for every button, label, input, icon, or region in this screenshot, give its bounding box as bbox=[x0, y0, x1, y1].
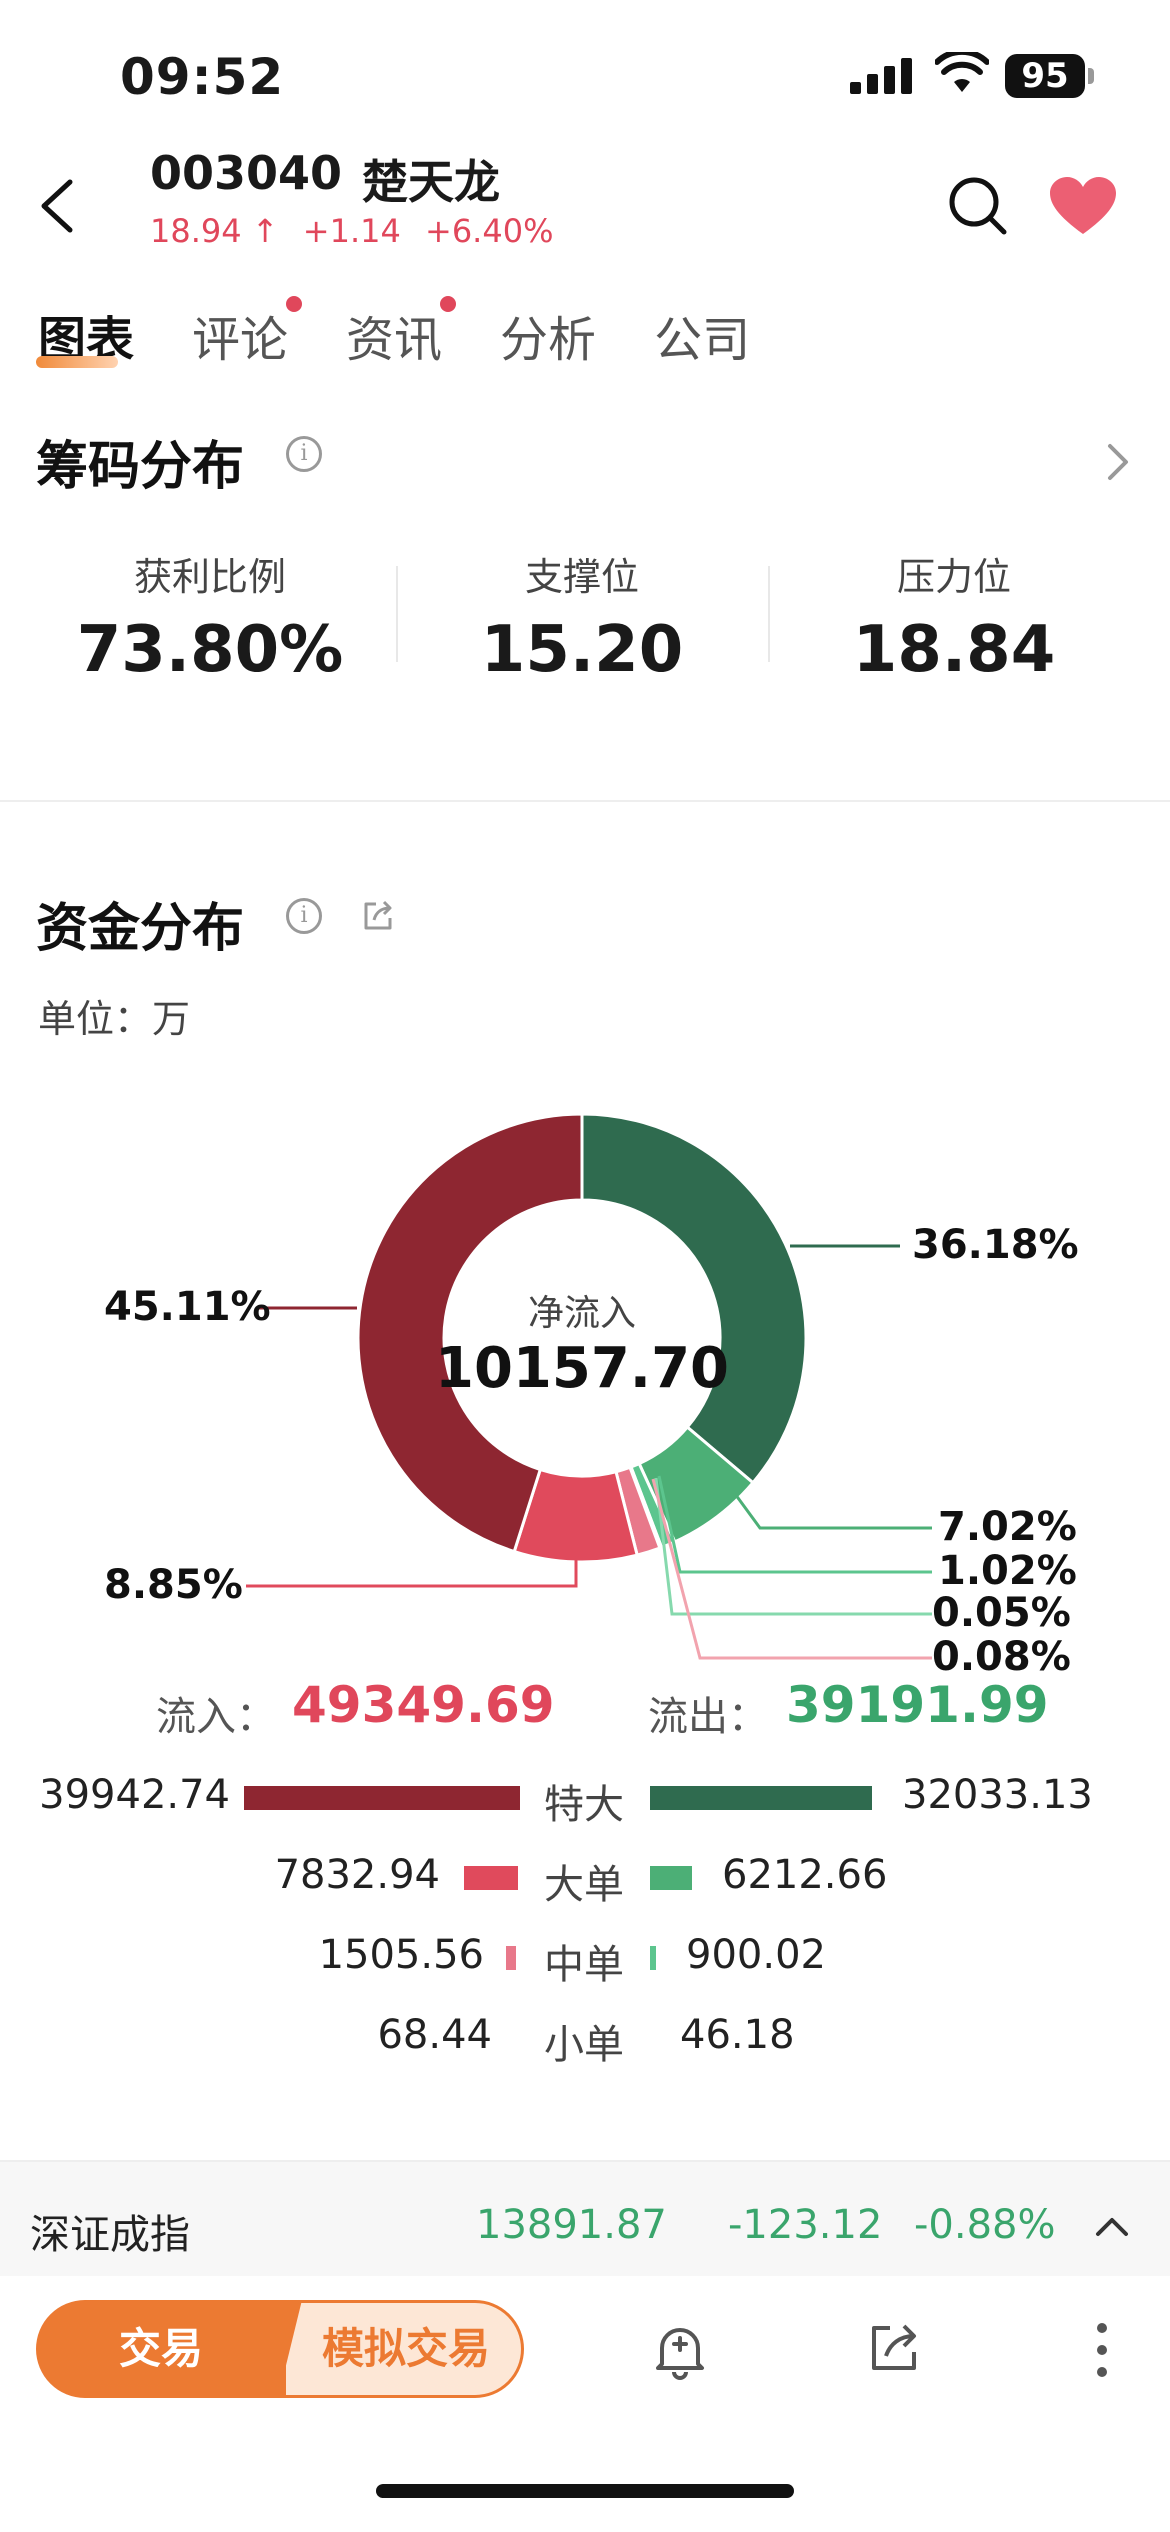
stock-name: 楚天龙 bbox=[362, 155, 500, 209]
outflow-bar bbox=[650, 1866, 692, 1890]
inflow-bar bbox=[506, 1946, 516, 1970]
chip-distribution-title: 筹码分布 bbox=[36, 437, 245, 497]
metric-label: 获利比例 bbox=[133, 555, 286, 599]
row-inflow-value: 68.44 bbox=[377, 2012, 492, 2058]
slice-label: 1.02% bbox=[938, 1548, 1077, 1594]
leader-line bbox=[728, 1486, 932, 1530]
outflow-bar bbox=[650, 1946, 656, 1970]
tab-label: 评论 bbox=[192, 312, 289, 368]
outflow-bar bbox=[650, 1786, 872, 1810]
row-outflow-value: 32033.13 bbox=[902, 1772, 1093, 1818]
tab-company[interactable]: 公司 bbox=[654, 300, 750, 370]
row-inflow-value: 39942.74 bbox=[39, 1772, 230, 1818]
slice-label: 7.02% bbox=[938, 1504, 1077, 1550]
tab-label: 公司 bbox=[654, 312, 751, 368]
chevron-up-icon[interactable] bbox=[1094, 2214, 1130, 2242]
slice-label: 36.18% bbox=[912, 1222, 1079, 1268]
price-change: +1.14 bbox=[302, 212, 401, 250]
home-indicator bbox=[376, 2484, 794, 2498]
outflow-label: 流出： bbox=[648, 1694, 768, 1740]
metric-support: 支撑位 15.20 bbox=[396, 546, 768, 687]
row-inflow-value: 1505.56 bbox=[318, 1932, 484, 1978]
inflow-label: 流入： bbox=[156, 1694, 276, 1740]
wifi-icon bbox=[934, 48, 990, 98]
fund-distribution-title: 资金分布 bbox=[36, 899, 245, 959]
button-slash-divider bbox=[262, 2300, 302, 2398]
inflow-bar bbox=[244, 1786, 520, 1810]
row-large: 7832.94 大单 6212.66 bbox=[0, 1846, 1170, 1910]
chevron-right-icon[interactable] bbox=[1106, 442, 1130, 486]
metric-profit-ratio: 获利比例 73.80% bbox=[24, 546, 396, 687]
battery-indicator: 95 bbox=[1005, 54, 1085, 98]
index-value: 13891.87 bbox=[476, 2202, 667, 2248]
row-label: 中单 bbox=[544, 1942, 624, 1988]
info-icon[interactable]: i bbox=[286, 436, 322, 472]
price-alert-bell-icon[interactable] bbox=[652, 2320, 708, 2384]
notification-dot bbox=[440, 296, 457, 312]
row-outflow-value: 46.18 bbox=[680, 2012, 795, 2058]
metric-value: 15.20 bbox=[480, 613, 684, 687]
more-vertical-icon[interactable] bbox=[1096, 2322, 1108, 2382]
metric-label: 支撑位 bbox=[524, 555, 639, 599]
info-icon[interactable]: i bbox=[286, 898, 322, 934]
up-arrow-icon: ↑ bbox=[251, 212, 279, 250]
trade-button[interactable]: 交易 bbox=[36, 2300, 286, 2398]
share-icon[interactable] bbox=[866, 2320, 922, 2380]
metric-value: 73.80% bbox=[76, 613, 344, 687]
row-inflow-value: 7832.94 bbox=[274, 1852, 440, 1898]
unit-label: 单位：万 bbox=[38, 997, 191, 1041]
slice-label: 8.85% bbox=[104, 1562, 243, 1608]
row-medium: 1505.56 中单 900.02 bbox=[0, 1926, 1170, 1990]
tab-comments[interactable]: 评论 bbox=[192, 296, 303, 370]
notification-dot bbox=[286, 296, 303, 312]
inflow-value: 49349.69 bbox=[292, 1676, 555, 1734]
cellular-signal-icon bbox=[850, 58, 912, 98]
tab-label: 资讯 bbox=[346, 312, 443, 368]
row-label: 小单 bbox=[544, 2022, 624, 2068]
tab-bar: 图表 评论 资讯 分析 公司 bbox=[38, 296, 808, 370]
row-super-large: 39942.74 特大 32033.13 bbox=[0, 1766, 1170, 1830]
price-line: 18.94 ↑ +1.14 +6.40% bbox=[150, 212, 553, 250]
stock-price: 18.94 bbox=[150, 212, 242, 250]
back-icon[interactable] bbox=[36, 178, 76, 238]
status-time: 09:52 bbox=[120, 48, 285, 106]
share-icon[interactable] bbox=[360, 898, 396, 938]
slice-label: 0.05% bbox=[932, 1590, 1071, 1636]
favorite-heart-icon[interactable] bbox=[1048, 176, 1118, 240]
row-small: 68.44 小单 46.18 bbox=[0, 2006, 1170, 2070]
index-name: 深证成指 bbox=[30, 2212, 190, 2258]
metric-resistance: 压力位 18.84 bbox=[768, 546, 1140, 687]
search-icon[interactable] bbox=[946, 174, 1010, 242]
row-label: 特大 bbox=[544, 1782, 624, 1828]
net-inflow-label: 净流入 bbox=[527, 1293, 636, 1334]
inflow-bar bbox=[464, 1866, 518, 1890]
row-outflow-value: 900.02 bbox=[686, 1932, 826, 1978]
net-inflow-value: 10157.70 bbox=[434, 1336, 730, 1401]
metric-value: 18.84 bbox=[852, 613, 1056, 687]
row-outflow-value: 6212.66 bbox=[722, 1852, 888, 1898]
index-change-pct: -0.88% bbox=[914, 2202, 1056, 2248]
active-tab-indicator bbox=[36, 356, 118, 368]
tab-analysis[interactable]: 分析 bbox=[500, 300, 596, 370]
index-change: -123.12 bbox=[728, 2202, 883, 2248]
price-change-pct: +6.40% bbox=[425, 212, 554, 250]
outflow-value: 39191.99 bbox=[786, 1676, 1049, 1734]
slice-label: 45.11% bbox=[104, 1284, 271, 1330]
metric-label: 压力位 bbox=[896, 555, 1011, 599]
row-label: 大单 bbox=[544, 1862, 624, 1908]
battery-tip bbox=[1088, 68, 1094, 84]
section-divider bbox=[0, 800, 1170, 802]
stock-code: 003040 bbox=[150, 146, 343, 200]
tab-news[interactable]: 资讯 bbox=[346, 296, 457, 370]
slice-label: 0.08% bbox=[932, 1634, 1071, 1680]
tab-label: 分析 bbox=[500, 312, 597, 368]
